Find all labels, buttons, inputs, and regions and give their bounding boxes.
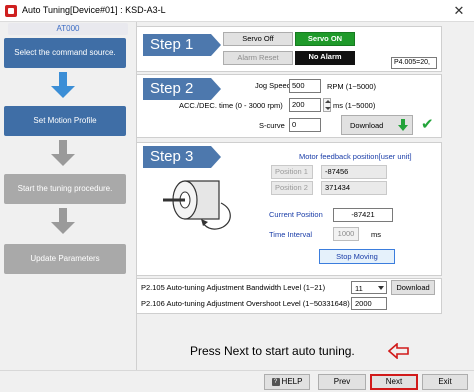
servo-off-button[interactable]: Servo Off: [223, 32, 293, 46]
step3-panel: Step 3 Motor feedback position[user unit…: [136, 142, 442, 276]
jog-speed-unit: RPM (1~5000): [327, 82, 376, 91]
chevron-down-icon: [378, 286, 384, 290]
acc-dec-unit: ms (1~5000): [333, 101, 376, 110]
step3-heading: Step 3: [143, 146, 221, 168]
download-arrow-icon: [398, 119, 408, 132]
scurve-input[interactable]: 0: [289, 118, 321, 132]
position2-value: 371434: [321, 181, 387, 195]
help-icon: ?: [271, 377, 280, 386]
bandwidth-level-label: P2.105 Auto-tuning Adjustment Bandwidth …: [141, 283, 326, 292]
alarm-status-indicator: No Alarm: [295, 51, 355, 65]
acc-dec-spinner[interactable]: [323, 98, 331, 112]
download-motion-button[interactable]: Download: [341, 115, 413, 135]
checkmark-icon: ✔: [421, 116, 434, 133]
sidebar-step-start-tuning: Start the tuning procedure.: [4, 174, 126, 204]
position1-button[interactable]: Position 1: [271, 165, 313, 179]
help-label: HELP: [281, 377, 303, 386]
step1-heading: Step 1: [143, 34, 221, 56]
title-bar: Auto Tuning[Device#01] : KSD-A3-L ✕: [0, 0, 474, 22]
sidebar-step-select-command-source: Select the command source.: [4, 38, 126, 68]
motor-illustration-icon: [151, 173, 235, 237]
sidebar-step-update-parameters: Update Parameters: [4, 244, 126, 274]
app-icon: [5, 5, 17, 17]
overshoot-level-input[interactable]: 2000: [351, 297, 387, 310]
feedback-position-label: Motor feedback position[user unit]: [299, 152, 412, 161]
close-button[interactable]: ✕: [444, 0, 474, 22]
current-position-value: -87421: [333, 208, 393, 222]
current-position-label: Current Position: [269, 210, 323, 219]
scurve-label: S-curve: [259, 121, 285, 130]
time-interval-label: Time Interval: [269, 230, 313, 239]
step1-panel: Step 1 Servo Off Servo ON Alarm Reset No…: [136, 26, 442, 72]
tuning-params-panel: P2.105 Auto-tuning Adjustment Bandwidth …: [136, 278, 442, 314]
jog-speed-input[interactable]: 500: [289, 79, 321, 93]
stop-moving-button[interactable]: Stop Moving: [319, 249, 395, 264]
sidebar-step-set-motion-profile: Set Motion Profile: [4, 106, 126, 136]
servo-status-indicator: Servo ON: [295, 32, 355, 46]
bandwidth-level-select[interactable]: 11: [351, 281, 387, 294]
position1-value: -87456: [321, 165, 387, 179]
overshoot-level-label: P2.106 Auto-tuning Adjustment Overshoot …: [141, 299, 350, 308]
time-interval-input[interactable]: 1000: [333, 227, 359, 241]
instruction-prompt: Press Next to start auto tuning.: [190, 344, 355, 358]
alarm-reset-button[interactable]: Alarm Reset: [223, 51, 293, 65]
step2-panel: Step 2 Jog Speed 500 RPM (1~5000) ACC./D…: [136, 74, 442, 138]
acc-dec-label: ACC./DEC. time (0 - 3000 rpm): [179, 101, 283, 110]
help-button[interactable]: ? HELP: [264, 374, 310, 390]
window-title: Auto Tuning[Device#01] : KSD-A3-L: [22, 5, 166, 15]
position2-button[interactable]: Position 2: [271, 181, 313, 195]
sidebar-header: AT000: [8, 23, 128, 35]
exit-button[interactable]: Exit: [422, 374, 468, 390]
acc-dec-input[interactable]: 200: [289, 98, 321, 112]
left-arrow-icon: [387, 342, 410, 360]
params-download-button[interactable]: Download: [391, 280, 435, 295]
next-button[interactable]: Next: [370, 374, 418, 390]
download-label: Download: [350, 121, 384, 130]
time-interval-unit: ms: [371, 230, 381, 239]
prev-button[interactable]: Prev: [318, 374, 366, 390]
param-display: P4.005=20,: [391, 57, 437, 69]
bandwidth-level-value: 11: [355, 284, 363, 293]
step2-heading: Step 2: [143, 78, 221, 100]
jog-speed-label: Jog Speed: [255, 81, 291, 90]
